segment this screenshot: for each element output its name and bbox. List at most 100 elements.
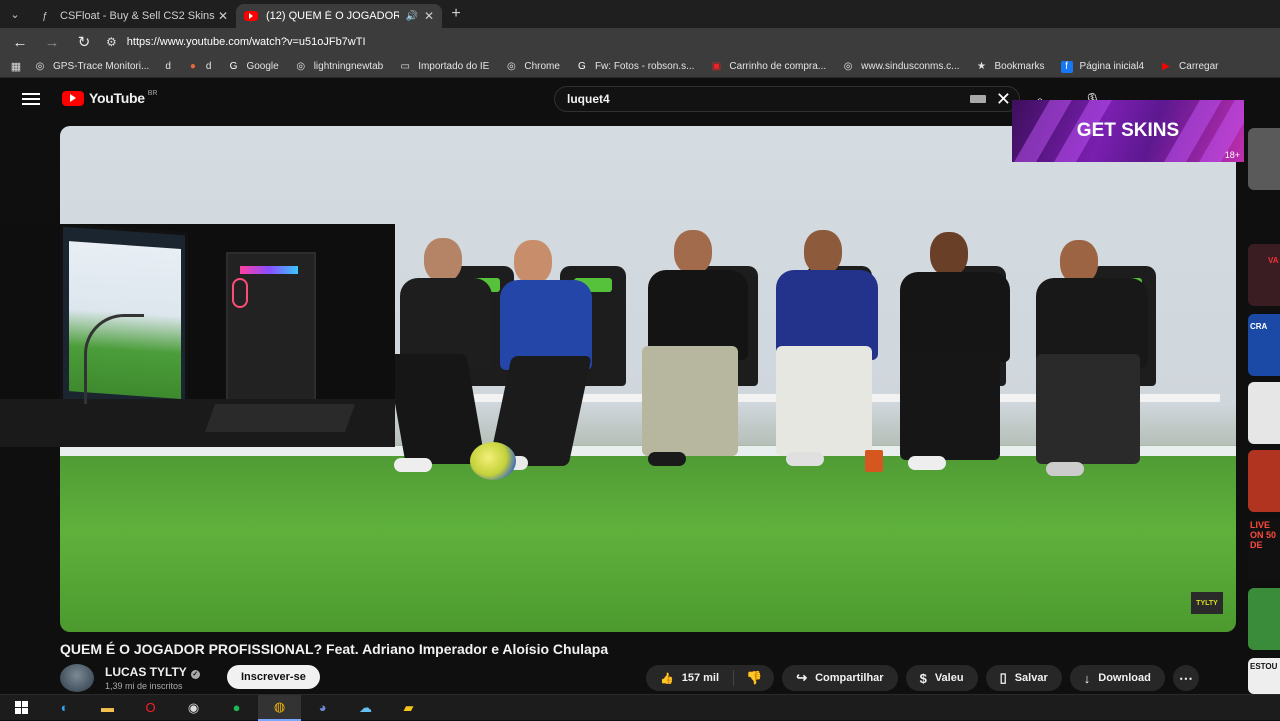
new-tab-button[interactable]: + (442, 5, 470, 23)
back-button[interactable]: ← (4, 34, 36, 51)
close-icon[interactable]: ✕ (424, 9, 434, 23)
cup (865, 450, 883, 472)
taskbar: ◐ ▬ O ◉ ● ◍ ◕ ☁ ▰ (0, 694, 1280, 721)
tab-title: CSFloat - Buy & Sell CS2 Skins o (60, 10, 218, 22)
recommended-thumbnail[interactable] (1248, 128, 1280, 190)
url-text: https://www.youtube.com/watch?v=u51oJFb7… (126, 36, 366, 48)
file-explorer-icon[interactable]: ▬ (86, 695, 129, 721)
ad-banner[interactable]: GET SKINS 18+ (1012, 100, 1244, 162)
download-icon: ↓ (1083, 670, 1091, 686)
steam-icon[interactable]: ☁ (344, 695, 387, 721)
bookmark-item[interactable]: ◎ GPS-Trace Monitori... (34, 61, 150, 73)
thumbs-up-icon: 👍 (660, 672, 674, 685)
csfloat-icon: ƒ (42, 10, 48, 22)
bookmark-item[interactable]: G Google (227, 61, 279, 73)
youtube-page: YouTube BR luquet4 ✕ ⌕ 🎙 (0, 78, 1280, 694)
obs-icon[interactable]: ◉ (172, 695, 215, 721)
tab-youtube[interactable]: (12) QUEM É O JOGADOR P 🔊 ✕ (236, 4, 442, 28)
youtube-logo[interactable]: YouTube BR (62, 90, 157, 106)
verified-icon: ✓ (190, 670, 200, 679)
bookmark-item[interactable]: ◎ lightningnewtab (295, 61, 383, 73)
recommended-thumbnail[interactable]: CRA (1248, 314, 1280, 376)
edge-icon[interactable]: ◐ (43, 695, 86, 721)
tab-title: (12) QUEM É O JOGADOR P (266, 10, 400, 22)
bookmark-item[interactable]: ◎ www.sindusconms.c... (842, 61, 960, 73)
save-button[interactable]: ▯ Salvar (985, 665, 1062, 691)
opera-icon[interactable]: O (129, 695, 172, 721)
apps-grid-icon[interactable]: ▦ (0, 60, 32, 73)
thumbs-down-icon: 👎 (746, 670, 763, 685)
speaker-icon[interactable]: 🔊 (405, 11, 417, 22)
ad-text: GET SKINS (1076, 120, 1180, 141)
store-icon: ▣ (711, 61, 722, 72)
keyboard-icon[interactable] (969, 95, 986, 103)
recommended-thumbnail[interactable]: ESTOU (1248, 658, 1280, 694)
bookmark-item[interactable]: ◎ Chrome (505, 61, 560, 73)
reload-button[interactable]: ↻ (68, 33, 100, 51)
channel-name[interactable]: LUCAS TYLTY ✓ (105, 665, 200, 679)
tab-csfloat[interactable]: ƒ CSFloat - Buy & Sell CS2 Skins o ✕ (30, 4, 236, 28)
channel-watermark[interactable]: TYLTY (1191, 592, 1223, 614)
windows-icon[interactable] (0, 695, 43, 721)
forward-button[interactable]: → (36, 34, 68, 51)
bookmark-item[interactable]: ▶ Carregar (1160, 61, 1218, 73)
site-info-icon[interactable]: ⚙ (106, 35, 117, 49)
bookmarks-bar: ▦ ◎ GPS-Trace Monitori... d ● d G Google ◎ l… (0, 56, 1280, 78)
channel-row: LUCAS TYLTY ✓ 1,39 mi de inscritos Inscre… (60, 663, 1236, 693)
bookmark-item[interactable]: ● d (187, 61, 212, 73)
soccer-ball (470, 442, 516, 480)
dislike-button[interactable]: 👎 (734, 670, 774, 686)
pc-case (226, 252, 316, 402)
bookmark-icon: ▯ (999, 670, 1007, 685)
recommended-thumbnail[interactable] (1248, 588, 1280, 650)
clear-search-icon[interactable]: ✕ (996, 89, 1011, 110)
discord-icon[interactable]: ◕ (301, 695, 344, 721)
facecam-overlay (0, 224, 395, 447)
globe-icon: ◎ (296, 61, 306, 72)
bookmark-item[interactable]: ▣ Carrinho de compra... (710, 61, 826, 73)
subscriber-count: 1,39 mi de inscritos (105, 681, 183, 691)
chrome-icon[interactable]: ◍ (258, 694, 301, 721)
globe-icon: ◎ (843, 61, 853, 72)
more-options-icon[interactable]: ⋯ (1172, 665, 1199, 691)
subscribe-button[interactable]: Inscrever-se (227, 665, 320, 689)
google-icon: G (578, 61, 586, 72)
folder-icon: ▭ (400, 61, 410, 72)
spotify-icon[interactable]: ● (215, 695, 258, 721)
star-icon: ★ (977, 61, 986, 72)
bookmark-icon: ● (189, 61, 196, 72)
recommended-thumbnail[interactable] (1248, 382, 1280, 444)
close-icon[interactable]: ✕ (218, 9, 228, 23)
app-icon[interactable]: ▰ (387, 695, 430, 721)
mic-arm (84, 314, 144, 404)
globe-icon: ◎ (35, 61, 45, 72)
address-bar[interactable]: ⚙ https://www.youtube.com/watch?v=u51oJF… (106, 31, 366, 53)
tab-search-dropdown-icon[interactable]: ⌄ (0, 0, 30, 28)
channel-avatar[interactable] (60, 664, 94, 692)
download-button[interactable]: ↓ Download (1069, 665, 1165, 691)
share-button[interactable]: ↪ Compartilhar (782, 665, 898, 691)
youtube-play-icon (62, 90, 84, 106)
bookmark-item[interactable]: d (165, 61, 171, 72)
video-actions: 👍 157 mil 👎 ↪ Compartilhar $ Valeu ▯ Salvar … (646, 665, 1199, 691)
age-rating: 18+ (1224, 150, 1240, 160)
facebook-icon: f (1060, 60, 1073, 73)
bookmark-item[interactable]: ▭ Importado do IE (399, 61, 489, 73)
like-button[interactable]: 👍 157 mil (646, 670, 735, 686)
bookmark-item[interactable]: f Página inicial4 (1060, 60, 1144, 73)
browser-toolbar: ← → ↻ ⚙ https://www.youtube.com/watch?v=… (0, 28, 1280, 56)
search-input[interactable]: luquet4 ✕ (554, 86, 1020, 112)
recommended-thumbnail[interactable] (1248, 450, 1280, 512)
bookmark-item[interactable]: G Fw: Fotos - robson.s... (576, 61, 694, 73)
video-title: QUEM É O JOGADOR PROFISSIONAL? Feat. Adr… (60, 641, 609, 657)
bookmark-item[interactable]: ★ Bookmarks (976, 61, 1045, 73)
thanks-button[interactable]: $ Valeu (905, 665, 978, 691)
menu-icon[interactable] (22, 93, 40, 105)
like-dislike-group: 👍 157 mil 👎 (646, 665, 775, 691)
recommended-thumbnail[interactable]: LIVE ON 50 DE (1248, 518, 1280, 580)
recommended-thumbnail[interactable]: VA (1248, 244, 1280, 306)
youtube-icon (244, 11, 258, 21)
youtube-icon: ▶ (1162, 61, 1170, 72)
share-icon: ↪ (796, 670, 808, 685)
keyboard (204, 404, 356, 432)
